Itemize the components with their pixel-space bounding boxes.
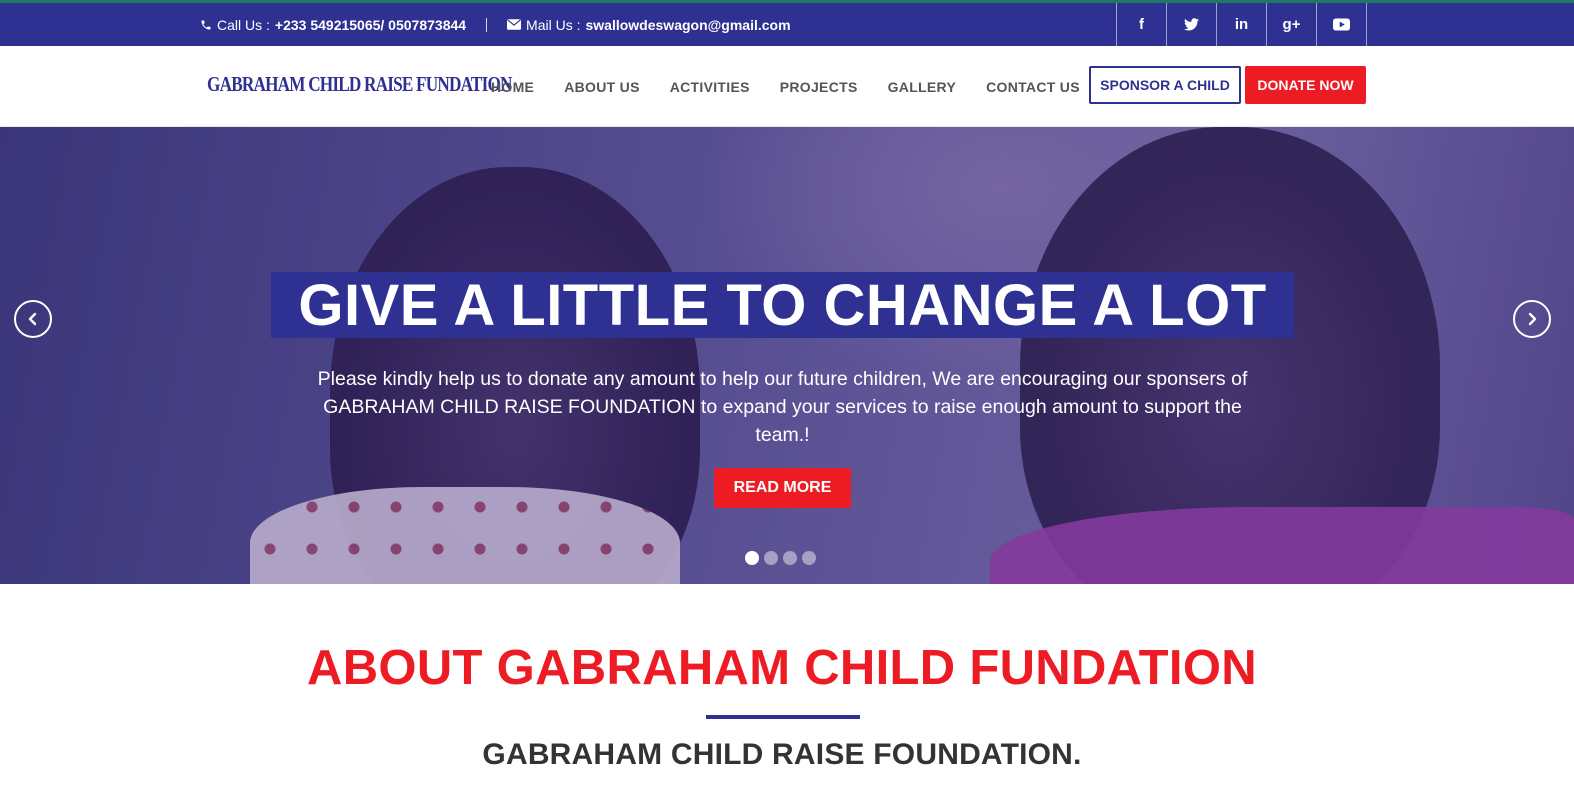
slider-dot-3[interactable] [783,551,797,565]
envelope-icon [507,19,522,30]
mail-label: Mail Us : [526,16,581,33]
main-navbar: GABRAHAM CHILD RAISE FUNDATION HOME ABOU… [0,46,1574,127]
sponsor-a-child-button[interactable]: SPONSOR A CHILD [1089,66,1241,104]
nav-home[interactable]: HOME [491,79,534,95]
hero-overlay [0,127,1574,584]
phone-icon [201,20,211,29]
heading-underline [706,715,860,719]
facebook-icon[interactable]: f [1117,3,1167,46]
google-plus-icon[interactable]: g+ [1267,3,1317,46]
slider-dot-4[interactable] [802,551,816,565]
donate-now-button[interactable]: DONATE NOW [1245,66,1366,104]
nav-activities[interactable]: ACTIVITIES [670,79,750,95]
social-links: f in g+ [1116,3,1367,46]
site-logo[interactable]: GABRAHAM CHILD RAISE FUNDATION [207,72,513,97]
nav-about-us[interactable]: ABOUT US [564,79,640,95]
mail-address: swallowdeswagon@gmail.com [585,16,791,33]
slider-dot-1[interactable] [745,551,759,565]
nav-gallery[interactable]: GALLERY [888,79,956,95]
nav-contact-us[interactable]: CONTACT US [986,79,1080,95]
call-label: Call Us : [217,16,270,33]
youtube-icon[interactable] [1317,3,1367,46]
slider-dot-2[interactable] [764,551,778,565]
main-menu: HOME ABOUT US ACTIVITIES PROJECTS GALLER… [491,46,1080,127]
slider-prev-button[interactable] [14,300,52,338]
hero-slider: GIVE A LITTLE TO CHANGE A LOT Please kin… [0,127,1574,584]
hero-description: Please kindly help us to donate any amou… [317,368,1248,446]
read-more-button[interactable]: READ MORE [714,468,851,508]
chevron-right-icon [1528,312,1537,326]
hero-title: GIVE A LITTLE TO CHANGE A LOT [271,272,1294,338]
contact-info: Call Us : +233 549215065/ 0507873844 Mai… [200,3,791,46]
twitter-icon[interactable] [1167,3,1217,46]
mail-info[interactable]: Mail Us : swallowdeswagon@gmail.com [507,16,791,33]
linkedin-icon[interactable]: in [1217,3,1267,46]
nav-projects[interactable]: PROJECTS [780,79,858,95]
call-number: +233 549215065/ 0507873844 [274,16,467,33]
chevron-left-icon [28,312,37,326]
divider [486,17,488,32]
about-subheading: GABRAHAM CHILD RAISE FOUNDATION. [482,738,1082,771]
call-info[interactable]: Call Us : +233 549215065/ 0507873844 [200,17,466,33]
top-bar: Call Us : +233 549215065/ 0507873844 Mai… [0,0,1574,46]
slider-next-button[interactable] [1513,300,1551,338]
about-heading: ABOUT GABRAHAM CHILD FUNDATION [307,641,1257,695]
slider-dots [745,551,816,565]
